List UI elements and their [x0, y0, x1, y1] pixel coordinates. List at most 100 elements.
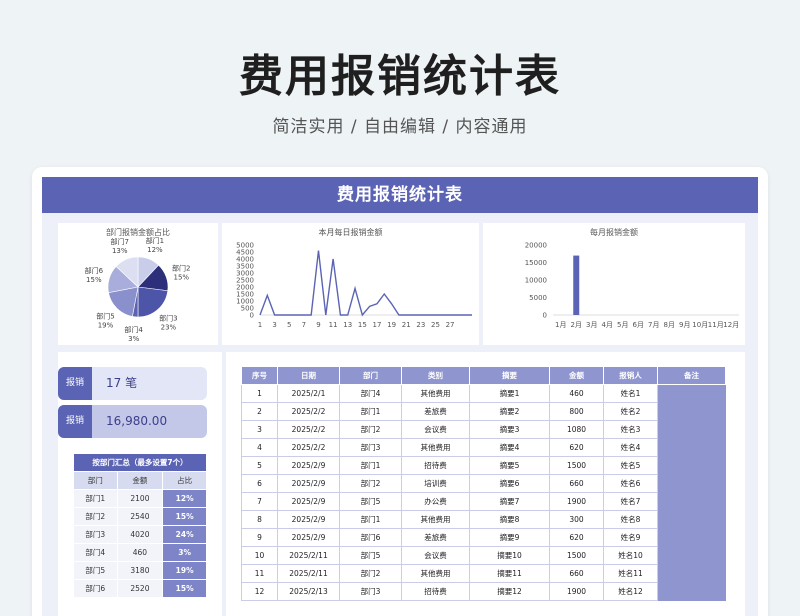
detail-column-header[interactable]: 类别: [401, 366, 470, 385]
detail-column-header[interactable]: 日期: [277, 366, 340, 385]
detail-cell[interactable]: 1500: [549, 546, 604, 565]
detail-cell[interactable]: 部门5: [339, 492, 402, 511]
summary-cell[interactable]: 19%: [162, 561, 207, 580]
detail-cell[interactable]: 2025/2/2: [277, 402, 340, 421]
detail-cell[interactable]: 2025/2/1: [277, 384, 340, 403]
detail-column-header[interactable]: 备注: [657, 366, 726, 385]
detail-cell[interactable]: 620: [549, 438, 604, 457]
detail-cell[interactable]: 会议费: [401, 420, 470, 439]
detail-cell[interactable]: 其他费用: [401, 438, 470, 457]
detail-note-cell[interactable]: [657, 438, 726, 457]
summary-cell[interactable]: 24%: [162, 525, 207, 544]
detail-cell[interactable]: 其他费用: [401, 510, 470, 529]
detail-column-header[interactable]: 部门: [339, 366, 402, 385]
detail-column-header[interactable]: 金额: [549, 366, 604, 385]
summary-cell[interactable]: 2540: [116, 507, 164, 526]
detail-cell[interactable]: 摘要12: [469, 582, 550, 601]
detail-cell[interactable]: 姓名7: [603, 492, 658, 511]
detail-cell[interactable]: 1900: [549, 582, 604, 601]
detail-cell[interactable]: 摘要2: [469, 402, 550, 421]
detail-cell[interactable]: 2025/2/2: [277, 420, 340, 439]
detail-cell[interactable]: 差旅费: [401, 528, 470, 547]
detail-cell[interactable]: 会议费: [401, 546, 470, 565]
detail-cell[interactable]: 300: [549, 510, 604, 529]
summary-cell[interactable]: 3%: [162, 543, 207, 562]
detail-cell[interactable]: 摘要3: [469, 420, 550, 439]
summary-cell[interactable]: 15%: [162, 579, 207, 598]
summary-cell[interactable]: 3180: [116, 561, 164, 580]
detail-cell[interactable]: 其他费用: [401, 564, 470, 583]
detail-cell[interactable]: 部门1: [339, 456, 402, 475]
detail-cell[interactable]: 姓名12: [603, 582, 658, 601]
detail-cell[interactable]: 部门1: [339, 402, 402, 421]
detail-cell[interactable]: 摘要11: [469, 564, 550, 583]
detail-note-cell[interactable]: [657, 564, 726, 583]
detail-cell[interactable]: 摘要6: [469, 474, 550, 493]
detail-cell[interactable]: 620: [549, 528, 604, 547]
detail-note-cell[interactable]: [657, 402, 726, 421]
detail-note-cell[interactable]: [657, 456, 726, 475]
detail-cell[interactable]: 460: [549, 384, 604, 403]
detail-cell[interactable]: 1900: [549, 492, 604, 511]
detail-cell[interactable]: 660: [549, 564, 604, 583]
detail-cell[interactable]: 2025/2/9: [277, 528, 340, 547]
detail-cell[interactable]: 摘要10: [469, 546, 550, 565]
detail-cell[interactable]: 11: [241, 564, 278, 583]
detail-cell[interactable]: 12: [241, 582, 278, 601]
detail-column-header[interactable]: 报销人: [603, 366, 658, 385]
detail-cell[interactable]: 培训费: [401, 474, 470, 493]
summary-cell[interactable]: 部门2: [73, 507, 118, 526]
detail-cell[interactable]: 2025/2/13: [277, 582, 340, 601]
detail-cell[interactable]: 2025/2/2: [277, 438, 340, 457]
detail-cell[interactable]: 6: [241, 474, 278, 493]
detail-cell[interactable]: 招待费: [401, 582, 470, 601]
detail-cell[interactable]: 姓名9: [603, 528, 658, 547]
detail-note-cell[interactable]: [657, 384, 726, 403]
detail-cell[interactable]: 2025/2/9: [277, 456, 340, 475]
detail-cell[interactable]: 姓名8: [603, 510, 658, 529]
detail-cell[interactable]: 5: [241, 456, 278, 475]
detail-cell[interactable]: 姓名5: [603, 456, 658, 475]
detail-note-cell[interactable]: [657, 528, 726, 547]
detail-cell[interactable]: 摘要8: [469, 510, 550, 529]
detail-cell[interactable]: 姓名3: [603, 420, 658, 439]
detail-cell[interactable]: 2: [241, 402, 278, 421]
summary-cell[interactable]: 4020: [116, 525, 164, 544]
detail-cell[interactable]: 2025/2/11: [277, 546, 340, 565]
summary-cell[interactable]: 12%: [162, 489, 207, 508]
detail-cell[interactable]: 部门2: [339, 420, 402, 439]
detail-note-cell[interactable]: [657, 582, 726, 601]
detail-cell[interactable]: 摘要9: [469, 528, 550, 547]
detail-note-cell[interactable]: [657, 492, 726, 511]
summary-cell[interactable]: 部门6: [73, 579, 118, 598]
detail-cell[interactable]: 4: [241, 438, 278, 457]
detail-cell[interactable]: 摘要4: [469, 438, 550, 457]
detail-cell[interactable]: 部门4: [339, 384, 402, 403]
summary-cell[interactable]: 部门5: [73, 561, 118, 580]
detail-cell[interactable]: 招待费: [401, 456, 470, 475]
detail-cell[interactable]: 姓名11: [603, 564, 658, 583]
detail-note-cell[interactable]: [657, 474, 726, 493]
detail-cell[interactable]: 部门5: [339, 546, 402, 565]
detail-cell[interactable]: 2025/2/9: [277, 474, 340, 493]
summary-cell[interactable]: 部门4: [73, 543, 118, 562]
detail-cell[interactable]: 2025/2/9: [277, 492, 340, 511]
detail-cell[interactable]: 1500: [549, 456, 604, 475]
summary-cell[interactable]: 2520: [116, 579, 164, 598]
detail-cell[interactable]: 7: [241, 492, 278, 511]
detail-cell[interactable]: 9: [241, 528, 278, 547]
detail-cell[interactable]: 2025/2/11: [277, 564, 340, 583]
detail-cell[interactable]: 800: [549, 402, 604, 421]
detail-cell[interactable]: 摘要5: [469, 456, 550, 475]
detail-cell[interactable]: 摘要1: [469, 384, 550, 403]
summary-cell[interactable]: 部门3: [73, 525, 118, 544]
detail-cell[interactable]: 姓名1: [603, 384, 658, 403]
detail-note-cell[interactable]: [657, 546, 726, 565]
summary-cell[interactable]: 460: [116, 543, 164, 562]
detail-cell[interactable]: 部门3: [339, 582, 402, 601]
detail-cell[interactable]: 姓名6: [603, 474, 658, 493]
detail-cell[interactable]: 10: [241, 546, 278, 565]
detail-cell[interactable]: 3: [241, 420, 278, 439]
summary-cell[interactable]: 部门1: [73, 489, 118, 508]
detail-cell[interactable]: 姓名10: [603, 546, 658, 565]
